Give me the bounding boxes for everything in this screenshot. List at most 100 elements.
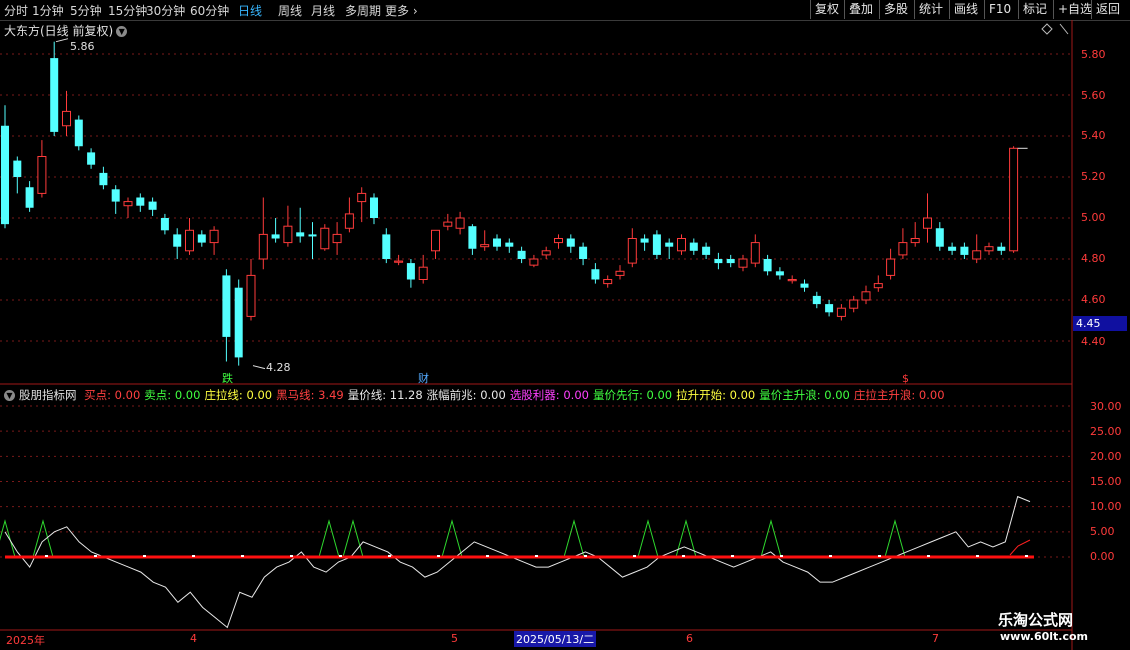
zero-line-tick xyxy=(388,555,391,557)
candle-body xyxy=(111,189,120,202)
price-tick: 5.80 xyxy=(1081,48,1106,61)
tab-0[interactable]: 分时 xyxy=(4,2,28,19)
high-arrow xyxy=(55,38,69,43)
candle-body xyxy=(861,291,871,301)
time-tick: 5 xyxy=(451,632,458,645)
chart-title: 大东方(日线 前复权) ▼ xyxy=(4,22,128,39)
dollar-marker: $ xyxy=(902,372,909,385)
top-toolbar: 分时 1分钟 5分钟 15分钟 30分钟 60分钟 日线 周线 月线 多周期 更多 › 复权 叠加 多股… xyxy=(0,0,1130,21)
candle-body xyxy=(615,270,625,276)
candle-body xyxy=(99,172,108,186)
candle-body xyxy=(886,258,896,276)
candle-body xyxy=(787,279,797,282)
toolbar-button-4[interactable]: 画线 xyxy=(949,0,982,19)
candle-body xyxy=(603,279,613,285)
candle-body xyxy=(972,250,982,260)
time-tick: 7 xyxy=(932,632,939,645)
candle-body xyxy=(1,125,9,225)
tab-10[interactable]: 更多 › xyxy=(385,2,418,19)
dropdown-icon[interactable]: ▼ xyxy=(116,26,128,37)
price-tick: 5.40 xyxy=(1081,129,1106,142)
watermark-url: www.60lt.com xyxy=(1000,630,1089,643)
candle-body xyxy=(357,192,367,203)
candle-body xyxy=(50,58,59,132)
indicator-green-spike xyxy=(637,519,659,558)
diamond-icon xyxy=(1041,23,1053,35)
candle-body xyxy=(308,234,317,237)
indicator-value: 卖点: 0.00 xyxy=(144,388,201,402)
candle-body xyxy=(923,217,932,229)
candle-body xyxy=(332,233,342,244)
zero-line-tick xyxy=(192,555,195,557)
toolbar-button-2[interactable]: 多股 xyxy=(879,0,912,19)
candle-body xyxy=(148,201,157,210)
candle-body xyxy=(714,259,723,264)
candle-body xyxy=(455,217,465,229)
candle-body xyxy=(935,228,944,247)
zero-line-tick xyxy=(94,555,97,557)
indicator-value: 量价主升浪: 0.00 xyxy=(759,388,850,402)
candle-body xyxy=(406,263,415,280)
indicator-value: 量价线: 11.28 xyxy=(347,388,423,402)
candle-body xyxy=(898,242,908,256)
indicator-green-spike xyxy=(760,519,782,558)
candlestick-chart[interactable] xyxy=(0,0,1130,650)
tab-5[interactable]: 60分钟 xyxy=(190,2,229,19)
tab-2[interactable]: 5分钟 xyxy=(70,2,102,19)
candle-body xyxy=(800,283,809,288)
candle-body xyxy=(222,275,231,337)
zero-line-tick xyxy=(927,555,930,557)
candle-body xyxy=(283,225,293,244)
candle-body xyxy=(775,271,784,276)
candle-body xyxy=(123,201,133,207)
indicator-value: 涨幅前兆: 0.00 xyxy=(426,388,506,402)
tab-1[interactable]: 1分钟 xyxy=(32,2,64,19)
candle-body xyxy=(370,197,378,218)
tab-6[interactable]: 日线 xyxy=(238,2,262,19)
candle-body xyxy=(836,307,846,317)
tab-8[interactable]: 月线 xyxy=(311,2,335,19)
tab-4[interactable]: 30分钟 xyxy=(146,2,185,19)
tab-3[interactable]: 15分钟 xyxy=(108,2,147,19)
low-arrow xyxy=(252,365,266,370)
zero-line-tick xyxy=(143,555,146,557)
indicator-value: 选股利器: 0.00 xyxy=(509,388,589,402)
candle-body xyxy=(750,242,760,264)
tab-9[interactable]: 多周期 xyxy=(345,2,381,19)
zero-line-tick xyxy=(633,555,636,557)
toolbar-button-0[interactable]: 复权 xyxy=(810,0,843,19)
toolbar-button-8[interactable]: 返回 xyxy=(1091,0,1124,19)
zero-line-tick xyxy=(535,555,538,557)
toolbar-button-6[interactable]: 标记 xyxy=(1018,0,1051,19)
zero-line-tick xyxy=(1025,555,1028,557)
indicator-menu-icon[interactable]: ▼ xyxy=(4,390,15,401)
toolbar-button-3[interactable]: 统计 xyxy=(914,0,947,19)
candle-body xyxy=(480,244,490,248)
candle-body xyxy=(997,246,1006,251)
candle-body xyxy=(517,250,526,259)
zero-line-tick xyxy=(682,555,685,557)
price-tick: 4.40 xyxy=(1081,335,1106,348)
indicator-value: 拉升开始: 0.00 xyxy=(676,388,756,402)
indicator-name: 股朋指标网 xyxy=(19,388,77,402)
price-tick: 5.60 xyxy=(1081,89,1106,102)
candle-body xyxy=(394,260,404,263)
indicator-green-spike xyxy=(32,519,54,558)
tab-7[interactable]: 周线 xyxy=(278,2,302,19)
indicator-tick: 25.00 xyxy=(1090,425,1122,438)
candle-body xyxy=(627,238,637,264)
candle-body xyxy=(320,227,330,250)
price-tick: 5.00 xyxy=(1081,211,1106,224)
zero-line-tick xyxy=(584,555,587,557)
indicator-red-tail xyxy=(1009,539,1031,556)
indicator-value: 庄拉线: 0.00 xyxy=(204,388,273,402)
toolbar-button-7[interactable]: +自选 xyxy=(1053,0,1096,19)
toolbar-button-1[interactable]: 叠加 xyxy=(844,0,877,19)
die-marker: 跌 xyxy=(222,372,233,385)
candle-body xyxy=(37,156,47,194)
high-price-label: 5.86 xyxy=(70,40,95,53)
toolbar-button-5[interactable]: F10 xyxy=(984,0,1015,19)
indicator-green-spike xyxy=(342,519,364,558)
candle-body xyxy=(960,246,969,255)
zero-line-tick xyxy=(45,555,48,557)
